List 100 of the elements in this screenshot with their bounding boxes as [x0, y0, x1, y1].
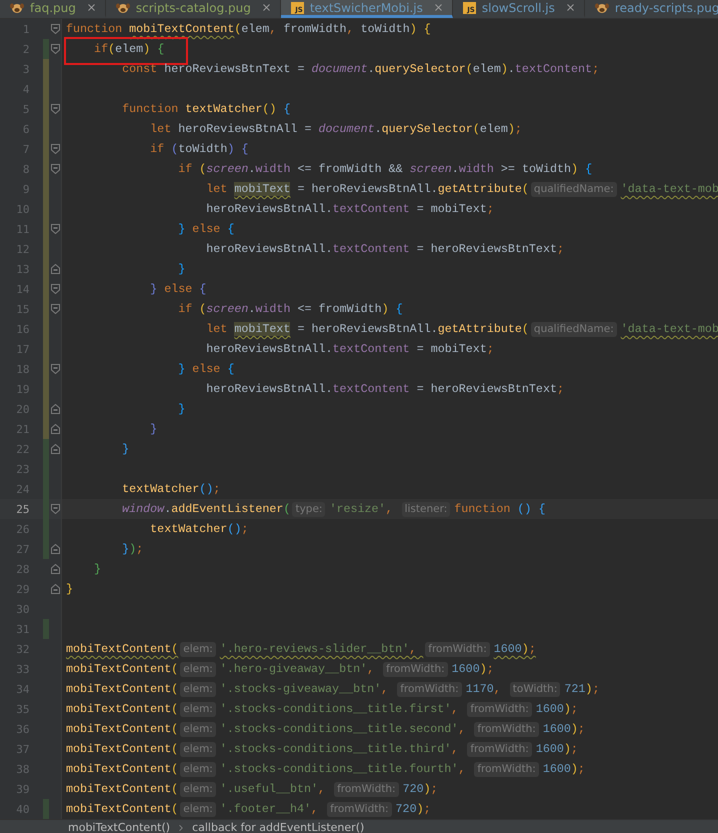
code-token: textContent: [332, 242, 410, 256]
fold-marker-icon[interactable]: [50, 224, 60, 234]
fold-marker-icon[interactable]: [50, 564, 60, 574]
code-token: width: [255, 302, 290, 316]
parameter-hint: fromWidth:: [474, 722, 539, 736]
code-token: ,: [494, 682, 502, 696]
code-bracket: (: [171, 782, 178, 796]
code-token: textWatcher: [121, 482, 200, 496]
code-token: 1170: [466, 682, 494, 696]
code-token: ,: [311, 802, 320, 816]
code-token: mobiTextContent: [66, 742, 172, 756]
code-bracket: ): [564, 702, 571, 716]
code-token: <= fromWidth &&: [296, 162, 404, 176]
code-bracket: ): [522, 642, 529, 656]
code-token: addEventListener: [171, 502, 284, 516]
close-icon[interactable]: [432, 2, 444, 13]
code-token: width: [255, 162, 290, 176]
code-bracket: (: [108, 42, 116, 56]
code-token: 1600: [542, 762, 571, 776]
code-token: ,: [386, 502, 394, 516]
code-token: ;: [486, 662, 494, 676]
code-token: = heroReviewsBtnAll.: [296, 322, 438, 336]
code-token: ;: [486, 342, 494, 356]
code-bracket: (): [227, 522, 242, 536]
code-token: textContent: [332, 342, 410, 356]
code-bracket: ): [410, 22, 418, 36]
fold-marker-icon[interactable]: [50, 104, 60, 114]
breadcrumb[interactable]: callback for addEventListener(): [192, 821, 364, 833]
fold-marker-icon[interactable]: [50, 44, 60, 54]
code-token: ,: [409, 642, 418, 656]
fold-marker-icon[interactable]: [50, 584, 60, 594]
code-token: ;: [424, 802, 431, 816]
parameter-hint: qualifiedName:: [530, 182, 617, 196]
code-token: .: [248, 162, 256, 176]
parameter-hint: fromWidth:: [467, 702, 532, 716]
code-token: ;: [136, 542, 144, 556]
parameter-hint: fromWidth:: [397, 682, 462, 696]
code-token: = heroReviewsBtnText: [416, 242, 557, 256]
code-token: = mobiText: [416, 202, 487, 216]
code-token: <= fromWidth: [296, 302, 382, 316]
parameter-hint: elem:: [180, 722, 216, 736]
fold-marker-icon[interactable]: [50, 504, 60, 514]
parameter-hint: elem:: [180, 642, 216, 656]
code-bracket: ): [571, 162, 580, 176]
fold-marker-icon[interactable]: [50, 544, 60, 554]
code-token: mobiTextContent: [129, 22, 234, 36]
fold-marker-icon[interactable]: [50, 264, 60, 274]
code-token: function: [66, 22, 124, 36]
code-token: heroReviewsBtnAll.: [205, 382, 333, 396]
code-bracket: (: [171, 702, 178, 716]
dog-face-icon: [116, 2, 130, 14]
code-token: toWidth: [178, 142, 228, 156]
code-token: 1600: [494, 642, 522, 656]
code-token: mobiTextContent: [66, 722, 172, 736]
code-token: ;: [213, 482, 220, 496]
code-token: 'resize': [329, 502, 386, 516]
fold-marker-icon[interactable]: [50, 304, 60, 314]
code-token: '.stocks-conditions__title.third': [220, 742, 452, 756]
close-icon[interactable]: [260, 2, 272, 13]
code-token: ,: [458, 722, 466, 736]
code-bracket: }: [177, 262, 186, 276]
fold-marker-icon[interactable]: [50, 404, 60, 414]
code-token: 1600: [536, 702, 564, 716]
code-token: ,: [318, 782, 326, 796]
code-token: 720: [396, 802, 417, 816]
code-bracket: (: [171, 802, 178, 816]
code-bracket: (): [517, 502, 532, 516]
code-token: elem: [480, 122, 508, 136]
code-token: mobiTextContent: [66, 782, 172, 796]
code-token: '.stocks-conditions__title.fourth': [220, 762, 458, 776]
breadcrumb[interactable]: mobiTextContent(): [68, 821, 170, 833]
code-bracket: (: [199, 162, 206, 176]
code-bracket: ): [564, 742, 571, 756]
parameter-hint: elem:: [180, 802, 216, 816]
code-token: elem: [241, 22, 270, 36]
parameter-hint: type:: [292, 502, 326, 516]
close-icon[interactable]: [86, 2, 97, 13]
fold-marker-icon[interactable]: [50, 144, 60, 154]
fold-marker-icon[interactable]: [50, 364, 60, 374]
code-token: 1600: [536, 742, 564, 756]
fold-marker-icon[interactable]: [50, 24, 60, 34]
fold-marker-icon[interactable]: [50, 164, 60, 174]
fold-marker-icon[interactable]: [50, 444, 60, 454]
code-token: '.hero-giveaway__btn': [220, 662, 368, 676]
code-bracket: (: [234, 22, 242, 36]
fold-marker-icon[interactable]: [50, 284, 60, 294]
code-token: ;: [592, 62, 600, 76]
code-token: mobiTextContent: [66, 642, 172, 656]
code-token: querySelector: [374, 62, 466, 76]
code-token: mobiTextContent: [66, 682, 172, 696]
close-icon[interactable]: [564, 2, 576, 13]
code-token: '.stocks-giveaway__btn': [220, 682, 382, 696]
code-bracket: }: [66, 582, 74, 596]
highlighted-identifier: mobiText: [234, 322, 290, 336]
code-bracket: (: [171, 762, 178, 776]
fold-marker-icon[interactable]: [50, 424, 60, 434]
parameter-hint: toWidth:: [510, 682, 560, 696]
code-token: ;: [578, 762, 585, 776]
code-token: '.useful__btn': [220, 782, 318, 796]
parameter-hint: elem:: [180, 782, 216, 796]
